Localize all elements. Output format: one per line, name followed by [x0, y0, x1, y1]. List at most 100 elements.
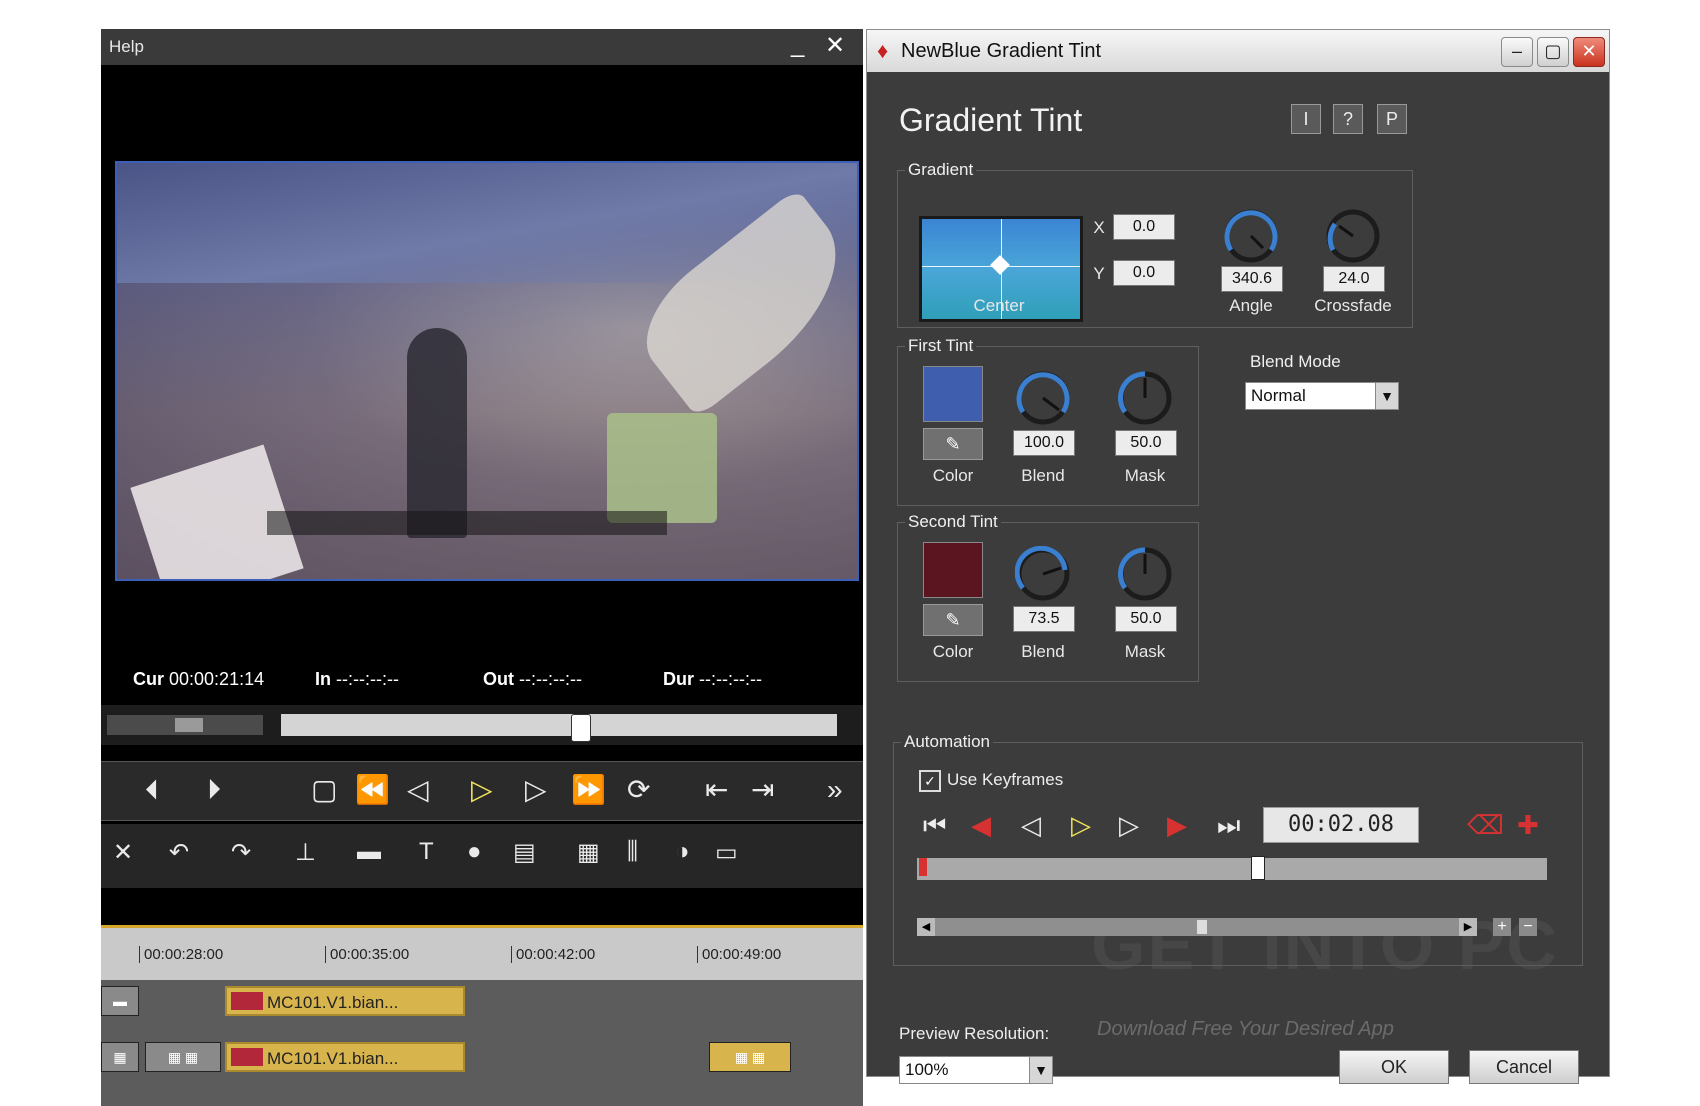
zoom-out-icon[interactable]: − [1519, 918, 1537, 936]
second-blend-field[interactable]: 73.5 [1013, 606, 1075, 632]
x-field[interactable]: 0.0 [1113, 214, 1175, 240]
loop-icon[interactable]: ⟳ [627, 772, 650, 808]
eyedropper-icon[interactable]: ✎ [923, 604, 983, 636]
microphone-icon[interactable]: ● [467, 838, 482, 866]
scroll-thumb[interactable] [1197, 920, 1207, 934]
position-slider[interactable] [281, 714, 837, 742]
first-blend-field[interactable]: 100.0 [1013, 430, 1075, 456]
undo-icon[interactable]: ↶ [169, 838, 189, 867]
title-icon[interactable]: T [419, 838, 434, 866]
redo-icon[interactable]: ↷ [231, 838, 251, 867]
second-blend-knob[interactable] [1015, 546, 1071, 602]
more-icon[interactable]: » [827, 772, 843, 808]
play-icon[interactable]: ▷ [471, 772, 493, 808]
blend-mode-select[interactable]: Normal ▼ [1245, 382, 1399, 410]
blend-mode-label: Blend Mode [1250, 352, 1341, 371]
first-mask-knob[interactable] [1117, 370, 1173, 426]
clip-icon[interactable]: ▬ [357, 838, 381, 866]
second-mask-field[interactable]: 50.0 [1115, 606, 1177, 632]
angle-knob[interactable] [1223, 208, 1279, 264]
maximize-button[interactable]: ▢ [1537, 37, 1569, 67]
keyframe-marker[interactable] [919, 858, 927, 876]
stop-icon[interactable]: ▢ [311, 772, 337, 808]
y-label: Y [1093, 264, 1105, 283]
next-keyframe-icon[interactable]: ▶ [1167, 810, 1187, 841]
second-tint-swatch[interactable] [923, 542, 983, 598]
prev-keyframe-icon[interactable]: ◀ [971, 810, 991, 841]
first-keyframe-icon[interactable]: ⏮ [923, 810, 946, 842]
preview-resolution-label: Preview Resolution: [899, 1024, 1050, 1043]
preview-resolution-select[interactable]: 100% ▼ [899, 1056, 1053, 1084]
fast-forward-icon[interactable]: ⏩ [571, 772, 606, 808]
plugin-heading: Gradient Tint [899, 102, 1083, 138]
center-handle[interactable] [990, 255, 1010, 275]
angle-field[interactable]: 340.6 [1221, 266, 1283, 292]
use-keyframes-checkbox[interactable]: ✓ [919, 770, 941, 792]
render-icon[interactable]: ▤ [513, 838, 536, 867]
keyframe-playhead[interactable] [1251, 856, 1265, 880]
x-label: X [1093, 218, 1105, 237]
zoom-in-icon[interactable]: + [1493, 918, 1511, 936]
menu-help[interactable]: Help [109, 37, 144, 57]
eyedropper-icon[interactable]: ✎ [923, 428, 983, 460]
go-to-in-icon[interactable]: ⇤ [705, 772, 728, 808]
first-tint-swatch[interactable] [923, 366, 983, 422]
second-mask-knob[interactable] [1117, 546, 1173, 602]
mark-in-icon[interactable]: ⏴ [145, 772, 159, 808]
minimize-button[interactable]: – [1501, 37, 1533, 67]
cur-timecode: Cur 00:00:21:14 [133, 669, 265, 689]
first-blend-knob[interactable] [1015, 370, 1071, 426]
step-forward-icon[interactable]: ▷ [1119, 810, 1139, 841]
play-icon[interactable]: ▷ [1071, 810, 1091, 841]
second-mask-label: Mask [1124, 642, 1166, 661]
second-tint-color-label: Color [932, 642, 974, 661]
timeline-clip[interactable]: ▦ ▦ [145, 1042, 221, 1072]
playhead-handle[interactable] [571, 714, 591, 742]
marker-icon[interactable]: ⊥ [295, 838, 316, 867]
scroll-right-icon[interactable]: ▶ [1459, 918, 1477, 936]
y-field[interactable]: 0.0 [1113, 260, 1175, 286]
shuttle-slider[interactable] [107, 715, 263, 735]
mark-out-icon[interactable]: ⏵ [207, 772, 221, 808]
timeline-clip[interactable]: MC101.V1.bian... [225, 986, 465, 1016]
step-forward-icon[interactable]: ▷ [525, 772, 547, 808]
keyframe-timeline[interactable] [917, 856, 1547, 880]
timeline-clip[interactable]: ▦ ▦ [709, 1042, 791, 1072]
help-button[interactable]: ? [1333, 104, 1363, 134]
scroll-left-icon[interactable]: ◀ [917, 918, 935, 936]
first-mask-field[interactable]: 50.0 [1115, 430, 1177, 456]
timeline-clip[interactable]: ▬ [101, 986, 139, 1016]
presets-button[interactable]: P [1377, 104, 1407, 134]
timeline-clip[interactable]: ▦ [101, 1042, 139, 1072]
chevron-down-icon[interactable]: ▼ [1029, 1057, 1052, 1083]
timeline-clip[interactable]: MC101.V1.bian... [225, 1042, 465, 1072]
color-wheel-icon[interactable]: ◑ [675, 838, 690, 866]
transport-controls: ⏴ ⏵ ▢ ⏪ ◁ ▷ ▷ ⏩ ⟳ ⇤ ⇥ » [101, 761, 863, 821]
rewind-icon[interactable]: ⏪ [355, 772, 390, 808]
minimize-button[interactable]: _ [791, 31, 804, 59]
step-back-icon[interactable]: ◁ [1021, 810, 1041, 841]
last-keyframe-icon[interactable]: ⏭ [1217, 810, 1240, 842]
add-keyframe-icon[interactable]: ✚ [1517, 810, 1539, 841]
close-button[interactable]: ✕ [1573, 37, 1605, 67]
keyframe-time-field[interactable]: 00:02.08 [1263, 807, 1419, 843]
ok-button[interactable]: OK [1339, 1050, 1449, 1084]
step-back-icon[interactable]: ◁ [407, 772, 429, 808]
first-mask-label: Mask [1124, 466, 1166, 485]
ruler-tick: 00:00:28:00 [139, 946, 223, 963]
crossfade-field[interactable]: 24.0 [1323, 266, 1385, 292]
chevron-down-icon[interactable]: ▼ [1375, 383, 1398, 409]
output-icon[interactable]: ▭ [715, 838, 738, 867]
remove-keyframe-icon[interactable]: ⌫ [1467, 810, 1504, 841]
cancel-button[interactable]: Cancel [1469, 1050, 1579, 1084]
grid-icon[interactable]: ▦ [577, 838, 600, 867]
delete-icon[interactable]: ✕ [113, 838, 133, 867]
crossfade-knob[interactable] [1325, 208, 1381, 264]
automation-scrollbar[interactable]: ◀ ▶ [917, 918, 1477, 936]
close-button[interactable]: ✕ [825, 31, 845, 60]
info-button[interactable]: I [1291, 104, 1321, 134]
mixer-icon[interactable]: ⫼ [627, 838, 638, 866]
use-keyframes-label: Use Keyframes [947, 770, 1064, 789]
go-to-out-icon[interactable]: ⇥ [751, 772, 774, 808]
second-blend-label: Blend [1021, 642, 1065, 661]
